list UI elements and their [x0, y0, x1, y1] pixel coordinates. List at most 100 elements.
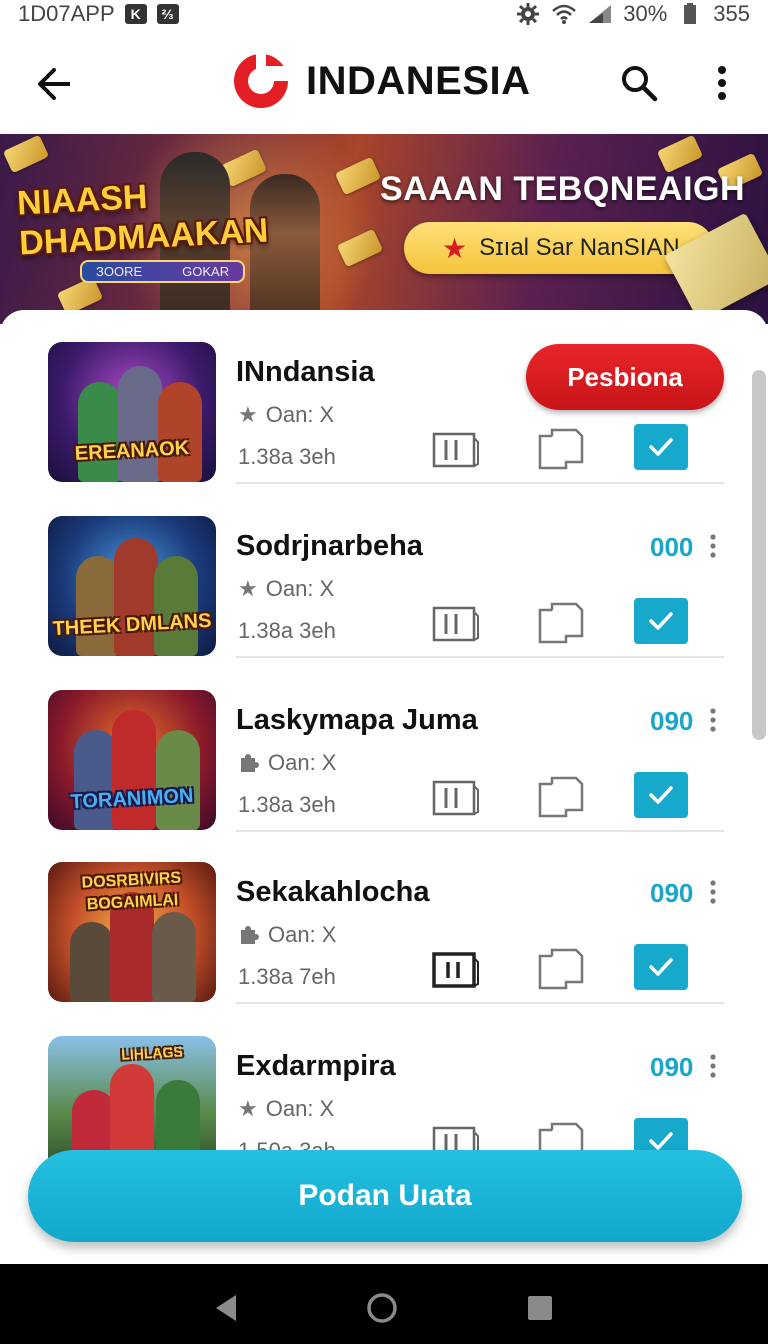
brand-logo-icon [234, 54, 289, 108]
list-item[interactable]: EREANAOK INndansia ★ Oan: X 1.38a 3eh Pe… [0, 310, 740, 484]
wifi-icon [551, 3, 577, 25]
item-more-button[interactable] [704, 530, 722, 562]
banner-game-sub: ЗOORE GOKAR [80, 260, 246, 283]
item-meta-text: Oan: X [265, 402, 335, 427]
item-title: Sodrjnarbeha [236, 530, 423, 562]
list-item[interactable]: THEEK DMLANS Sodrjnarbeha ★ Oan: X 1.38a… [0, 484, 740, 658]
more-vertical-icon [710, 1054, 716, 1078]
coin-image [656, 134, 704, 174]
primary-cta-button[interactable]: Podan Uıata [28, 1150, 742, 1242]
more-button[interactable] [700, 58, 744, 108]
bookmark-book-icon[interactable] [432, 778, 480, 816]
brand: INDANESIA [232, 52, 531, 110]
nav-home-button[interactable] [362, 1288, 402, 1328]
check-icon [649, 438, 673, 456]
thumb-label: LIHLAGS [120, 1043, 184, 1063]
game-list[interactable]: EREANAOK INndansia ★ Oan: X 1.38a 3eh Pe… [0, 310, 768, 1262]
copy-icon[interactable] [538, 602, 584, 644]
item-count: 090 [650, 706, 694, 736]
list-item[interactable]: DOSRBIVIRS BOGAIMLAI Sekakahlocha Oan: X… [0, 830, 740, 1004]
item-meta: Oan: X [238, 750, 336, 776]
system-nav-bar [0, 1264, 768, 1344]
item-subtext: 1.38a 7eh [238, 964, 336, 989]
copy-icon[interactable] [538, 428, 584, 470]
banner-headline: SAAAN TEBQNEAIGH [380, 170, 746, 208]
search-icon [622, 66, 658, 102]
star-icon: ★ [442, 232, 468, 264]
item-more-button[interactable] [704, 876, 722, 908]
item-title: Laskymapa Juma [236, 704, 478, 736]
star-icon: ★ [238, 1096, 258, 1121]
item-subtext: 1.38a 3eh [238, 618, 336, 643]
thumb-label: DOSRBIVIRS BOGAIMLAI [81, 869, 182, 914]
battery-icon [677, 3, 703, 25]
status-bar: 1D07APP K ⅔ 30% 355 [0, 0, 768, 28]
checkbox-checked[interactable] [634, 598, 688, 644]
game-thumbnail[interactable]: EREANAOK [48, 342, 216, 482]
check-icon [649, 612, 673, 630]
promo-banner[interactable]: NIAASH DHADMAAKAN ЗOORE GOKAR SAAAN TEBQ… [0, 134, 768, 324]
game-thumbnail[interactable]: DOSRBIVIRS BOGAIMLAI [48, 862, 216, 1002]
bookmark-book-icon[interactable] [432, 950, 480, 988]
thumb-figure [156, 730, 200, 830]
item-meta-text: Oan: X [268, 922, 337, 947]
nav-back-icon [216, 1295, 236, 1321]
thumb-figure [112, 710, 156, 830]
item-title: INndansia [236, 356, 375, 388]
item-primary-button[interactable]: Pesbiona [526, 344, 724, 410]
scrollbar[interactable] [752, 370, 766, 740]
item-meta-text: Oan: X [268, 750, 337, 775]
checkbox-checked[interactable] [634, 772, 688, 818]
game-thumbnail[interactable]: TORANIMON [48, 690, 216, 830]
checkbox-checked[interactable] [634, 944, 688, 990]
list-item[interactable]: TORANIMON Laskymapa Juma Oan: X 1.38a 3e… [0, 658, 740, 832]
check-icon [649, 958, 673, 976]
copy-icon[interactable] [538, 776, 584, 818]
nav-recents-button[interactable] [520, 1288, 560, 1328]
item-more-button[interactable] [704, 704, 722, 736]
item-count: 090 [650, 878, 694, 908]
banner-sub-left: ЗOORE [96, 264, 143, 279]
banner-cta-pill[interactable]: ★ Sɪıal Sar NanSIAN [404, 222, 714, 274]
check-icon [649, 786, 673, 804]
thumb-figure [154, 556, 198, 656]
thumb-figure [78, 382, 122, 482]
thumb-figure [152, 912, 196, 1002]
puzzle-icon [241, 926, 259, 944]
banner-sub-right: GOKAR [182, 264, 230, 279]
item-subtext: 1.38a 3eh [238, 444, 336, 469]
check-icon [649, 1132, 673, 1150]
more-vertical-icon [710, 880, 716, 904]
status-left: 1D07APP K ⅔ [18, 1, 179, 27]
item-meta-text: Oan: X [265, 1096, 335, 1121]
more-vertical-icon [718, 66, 726, 100]
banner-game-logo: NIAASH DHADMAAKAN [16, 177, 270, 263]
star-icon: ★ [238, 576, 258, 601]
bookmark-book-icon[interactable] [432, 430, 480, 468]
banner-cta-label: Sɪıal Sar NanSIAN [479, 234, 680, 261]
copy-icon[interactable] [538, 948, 584, 990]
item-meta: ★ Oan: X [238, 576, 334, 602]
item-title: Exdarmpira [236, 1050, 396, 1082]
status-app-label: 1D07APP [18, 1, 115, 26]
item-meta: Oan: X [238, 922, 336, 948]
bookmark-book-icon[interactable] [432, 604, 480, 642]
screen: 1D07APP K ⅔ 30% 355 INDANESIA NIAASH DHA… [0, 0, 768, 1344]
search-button[interactable] [614, 58, 664, 108]
nav-recents-icon [528, 1296, 552, 1320]
signal-icon [587, 3, 613, 25]
nav-back-button[interactable] [206, 1288, 246, 1328]
checkbox-checked[interactable] [634, 424, 688, 470]
game-thumbnail[interactable]: THEEK DMLANS [48, 516, 216, 656]
battery-percent: 30% [623, 1, 668, 26]
thumb-figure [114, 538, 158, 656]
app-bar: INDANESIA [0, 34, 768, 132]
thumb-figure [118, 366, 162, 482]
status-right: 30% 355 [515, 1, 750, 27]
item-meta: ★ Oan: X [238, 1096, 334, 1122]
back-button[interactable] [30, 60, 78, 108]
status-chip-m: ⅔ [156, 4, 179, 24]
item-count: 090 [650, 1052, 694, 1082]
gear-icon [515, 3, 541, 25]
item-more-button[interactable] [704, 1050, 722, 1082]
